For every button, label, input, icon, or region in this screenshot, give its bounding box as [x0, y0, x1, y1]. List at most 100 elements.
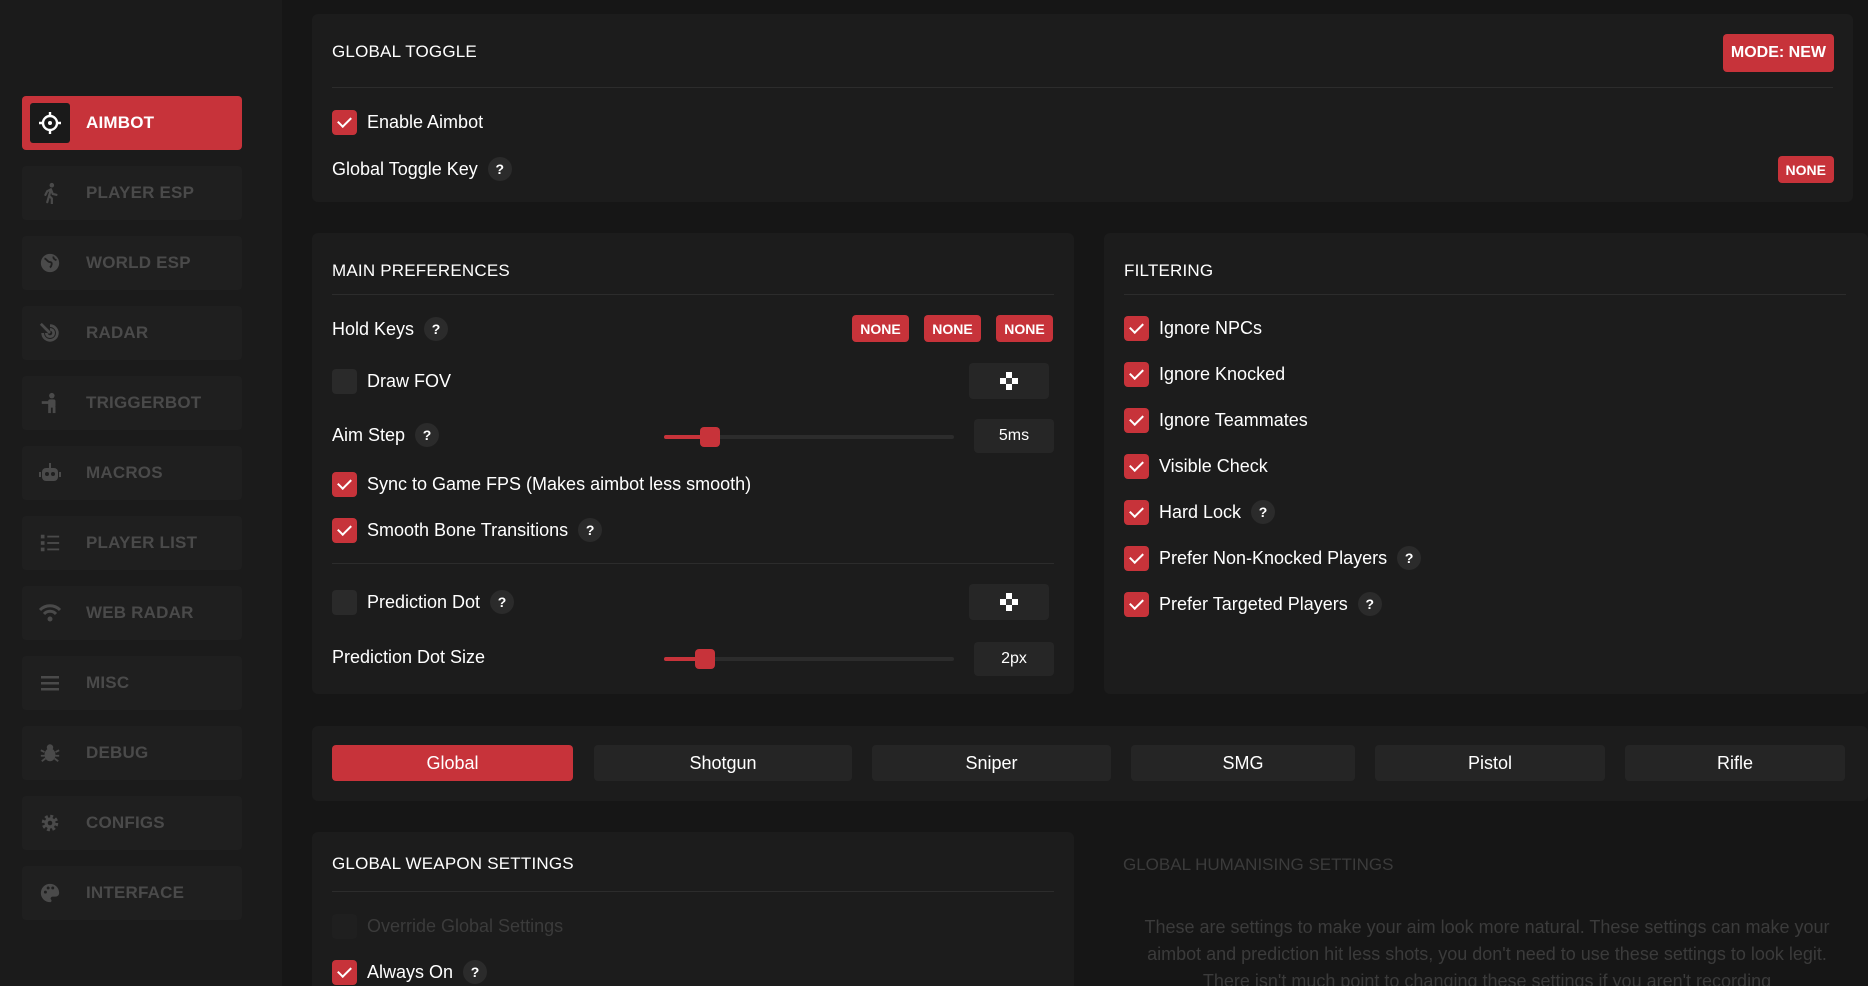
- globe-icon: [30, 243, 70, 283]
- sidebar-item-radar[interactable]: RADAR: [22, 306, 242, 360]
- crosshair-icon: [30, 103, 70, 143]
- filter-checkbox[interactable]: [1124, 591, 1149, 617]
- hold-key-1-button[interactable]: NONE: [852, 315, 909, 342]
- aim-step-value[interactable]: 5ms: [974, 419, 1054, 453]
- sidebar-item-macros[interactable]: MACROS: [22, 446, 242, 500]
- sync-fps-row: Sync to Game FPS (Makes aimbot less smoo…: [332, 469, 751, 499]
- slider-thumb[interactable]: [700, 427, 720, 447]
- prediction-dot-size-slider[interactable]: [664, 649, 954, 669]
- smooth-bone-row: Smooth Bone Transitions ?: [332, 515, 603, 545]
- sidebar-item-web-radar[interactable]: WEB RADAR: [22, 586, 242, 640]
- draw-fov-row: Draw FOV: [332, 366, 451, 396]
- sidebar-item-world-esp[interactable]: WORLD ESP: [22, 236, 242, 290]
- sidebar-item-label: DEBUG: [86, 743, 149, 762]
- help-icon[interactable]: ?: [415, 423, 440, 447]
- sidebar-item-label: MISC: [86, 673, 130, 692]
- bug-icon: [30, 733, 70, 773]
- enable-aimbot-checkbox[interactable]: [332, 109, 357, 135]
- humanising-title: GLOBAL HUMANISING SETTINGS: [1123, 855, 1394, 874]
- prediction-dot-color-button[interactable]: [969, 584, 1049, 620]
- sidebar: AIMBOT PLAYER ESP WORLD ESP RADAR TRIGGE…: [0, 0, 282, 986]
- section-title: MAIN PREFERENCES: [332, 261, 510, 280]
- filter-checkbox[interactable]: [1124, 315, 1149, 341]
- filter-label: Ignore NPCs: [1159, 317, 1263, 338]
- tab-global[interactable]: Global: [332, 745, 573, 781]
- sidebar-item-debug[interactable]: DEBUG: [22, 726, 242, 780]
- aim-step-label: Aim Step: [332, 424, 406, 445]
- sidebar-item-misc[interactable]: MISC: [22, 656, 242, 710]
- filter-row: Hard Lock?: [1124, 497, 1276, 527]
- always-on-checkbox[interactable]: [332, 959, 357, 985]
- divider: [332, 294, 1054, 295]
- list-icon: [30, 523, 70, 563]
- fov-color-button[interactable]: [969, 363, 1049, 399]
- filter-checkbox[interactable]: [1124, 361, 1149, 387]
- hold-key-3-button[interactable]: NONE: [996, 315, 1053, 342]
- sidebar-item-label: INTERFACE: [86, 883, 185, 902]
- sync-fps-checkbox[interactable]: [332, 471, 357, 497]
- checker-icon: [1000, 372, 1018, 390]
- sidebar-item-label: TRIGGERBOT: [86, 393, 202, 412]
- sidebar-item-player-esp[interactable]: PLAYER ESP: [22, 166, 242, 220]
- sidebar-item-triggerbot[interactable]: TRIGGERBOT: [22, 376, 242, 430]
- main-preferences-panel: MAIN PREFERENCES Hold Keys ? NONE NONE N…: [312, 233, 1074, 694]
- help-icon[interactable]: ?: [1357, 592, 1382, 616]
- humanising-description: These are settings to make your aim look…: [1144, 917, 1830, 986]
- tab-smg[interactable]: SMG: [1131, 745, 1355, 781]
- sidebar-item-label: PLAYER LIST: [86, 533, 198, 552]
- mode-button[interactable]: MODE: NEW: [1722, 34, 1834, 72]
- global-toggle-key-button[interactable]: NONE: [1777, 156, 1834, 183]
- hold-keys-label: Hold Keys: [332, 318, 415, 339]
- section-title: GLOBAL WEAPON SETTINGS: [332, 854, 574, 873]
- help-icon[interactable]: ?: [490, 590, 515, 614]
- hold-key-2-button[interactable]: NONE: [924, 315, 981, 342]
- override-label: Override Global Settings: [367, 915, 564, 936]
- help-icon[interactable]: ?: [463, 960, 488, 984]
- filter-row: Visible Check: [1124, 451, 1268, 481]
- enable-aimbot-label: Enable Aimbot: [367, 111, 484, 132]
- weapon-settings-panel: GLOBAL WEAPON SETTINGS Override Global S…: [312, 832, 1074, 986]
- sidebar-item-aimbot[interactable]: AIMBOT: [22, 96, 242, 150]
- tab-sniper[interactable]: Sniper: [872, 745, 1111, 781]
- tab-pistol[interactable]: Pistol: [1375, 745, 1605, 781]
- slider-thumb[interactable]: [695, 649, 715, 669]
- filter-row: Ignore Teammates: [1124, 405, 1308, 435]
- filter-label: Visible Check: [1159, 455, 1268, 476]
- prediction-dot-row: Prediction Dot ?: [332, 587, 515, 617]
- sidebar-item-label: AIMBOT: [86, 113, 155, 132]
- sidebar-item-configs[interactable]: CONFIGS: [22, 796, 242, 850]
- palette-icon: [30, 873, 70, 913]
- filter-checkbox[interactable]: [1124, 499, 1149, 525]
- smooth-bone-checkbox[interactable]: [332, 517, 357, 543]
- prediction-dot-size-label: Prediction Dot Size: [332, 646, 486, 667]
- help-icon[interactable]: ?: [1397, 546, 1422, 570]
- prediction-dot-size-value[interactable]: 2px: [974, 642, 1054, 676]
- filter-row: Ignore NPCs: [1124, 313, 1262, 343]
- sidebar-item-interface[interactable]: INTERFACE: [22, 866, 242, 920]
- aim-step-slider[interactable]: [664, 427, 954, 447]
- prediction-dot-checkbox[interactable]: [332, 589, 357, 615]
- draw-fov-checkbox[interactable]: [332, 368, 357, 394]
- section-title: FILTERING: [1124, 261, 1214, 280]
- help-icon[interactable]: ?: [424, 317, 449, 341]
- soldier-icon: [30, 383, 70, 423]
- filter-checkbox[interactable]: [1124, 453, 1149, 479]
- divider: [332, 563, 1054, 564]
- filter-row: Ignore Knocked: [1124, 359, 1285, 389]
- filter-row: Prefer Non-Knocked Players?: [1124, 543, 1422, 573]
- tab-shotgun[interactable]: Shotgun: [594, 745, 852, 781]
- sidebar-item-player-list[interactable]: PLAYER LIST: [22, 516, 242, 570]
- help-icon[interactable]: ?: [1251, 500, 1276, 524]
- override-checkbox[interactable]: [332, 913, 357, 939]
- divider: [1124, 294, 1846, 295]
- filtering-panel: FILTERING Ignore NPCs Ignore Knocked Ignor…: [1104, 233, 1868, 694]
- filter-checkbox[interactable]: [1124, 407, 1149, 433]
- help-icon[interactable]: ?: [578, 518, 603, 542]
- tab-rifle[interactable]: Rifle: [1625, 745, 1845, 781]
- help-icon[interactable]: ?: [487, 157, 512, 181]
- override-row: Override Global Settings: [332, 911, 563, 941]
- filter-checkbox[interactable]: [1124, 545, 1149, 571]
- draw-fov-label: Draw FOV: [367, 370, 452, 391]
- gear-icon: [30, 803, 70, 843]
- always-on-row: Always On ?: [332, 957, 488, 986]
